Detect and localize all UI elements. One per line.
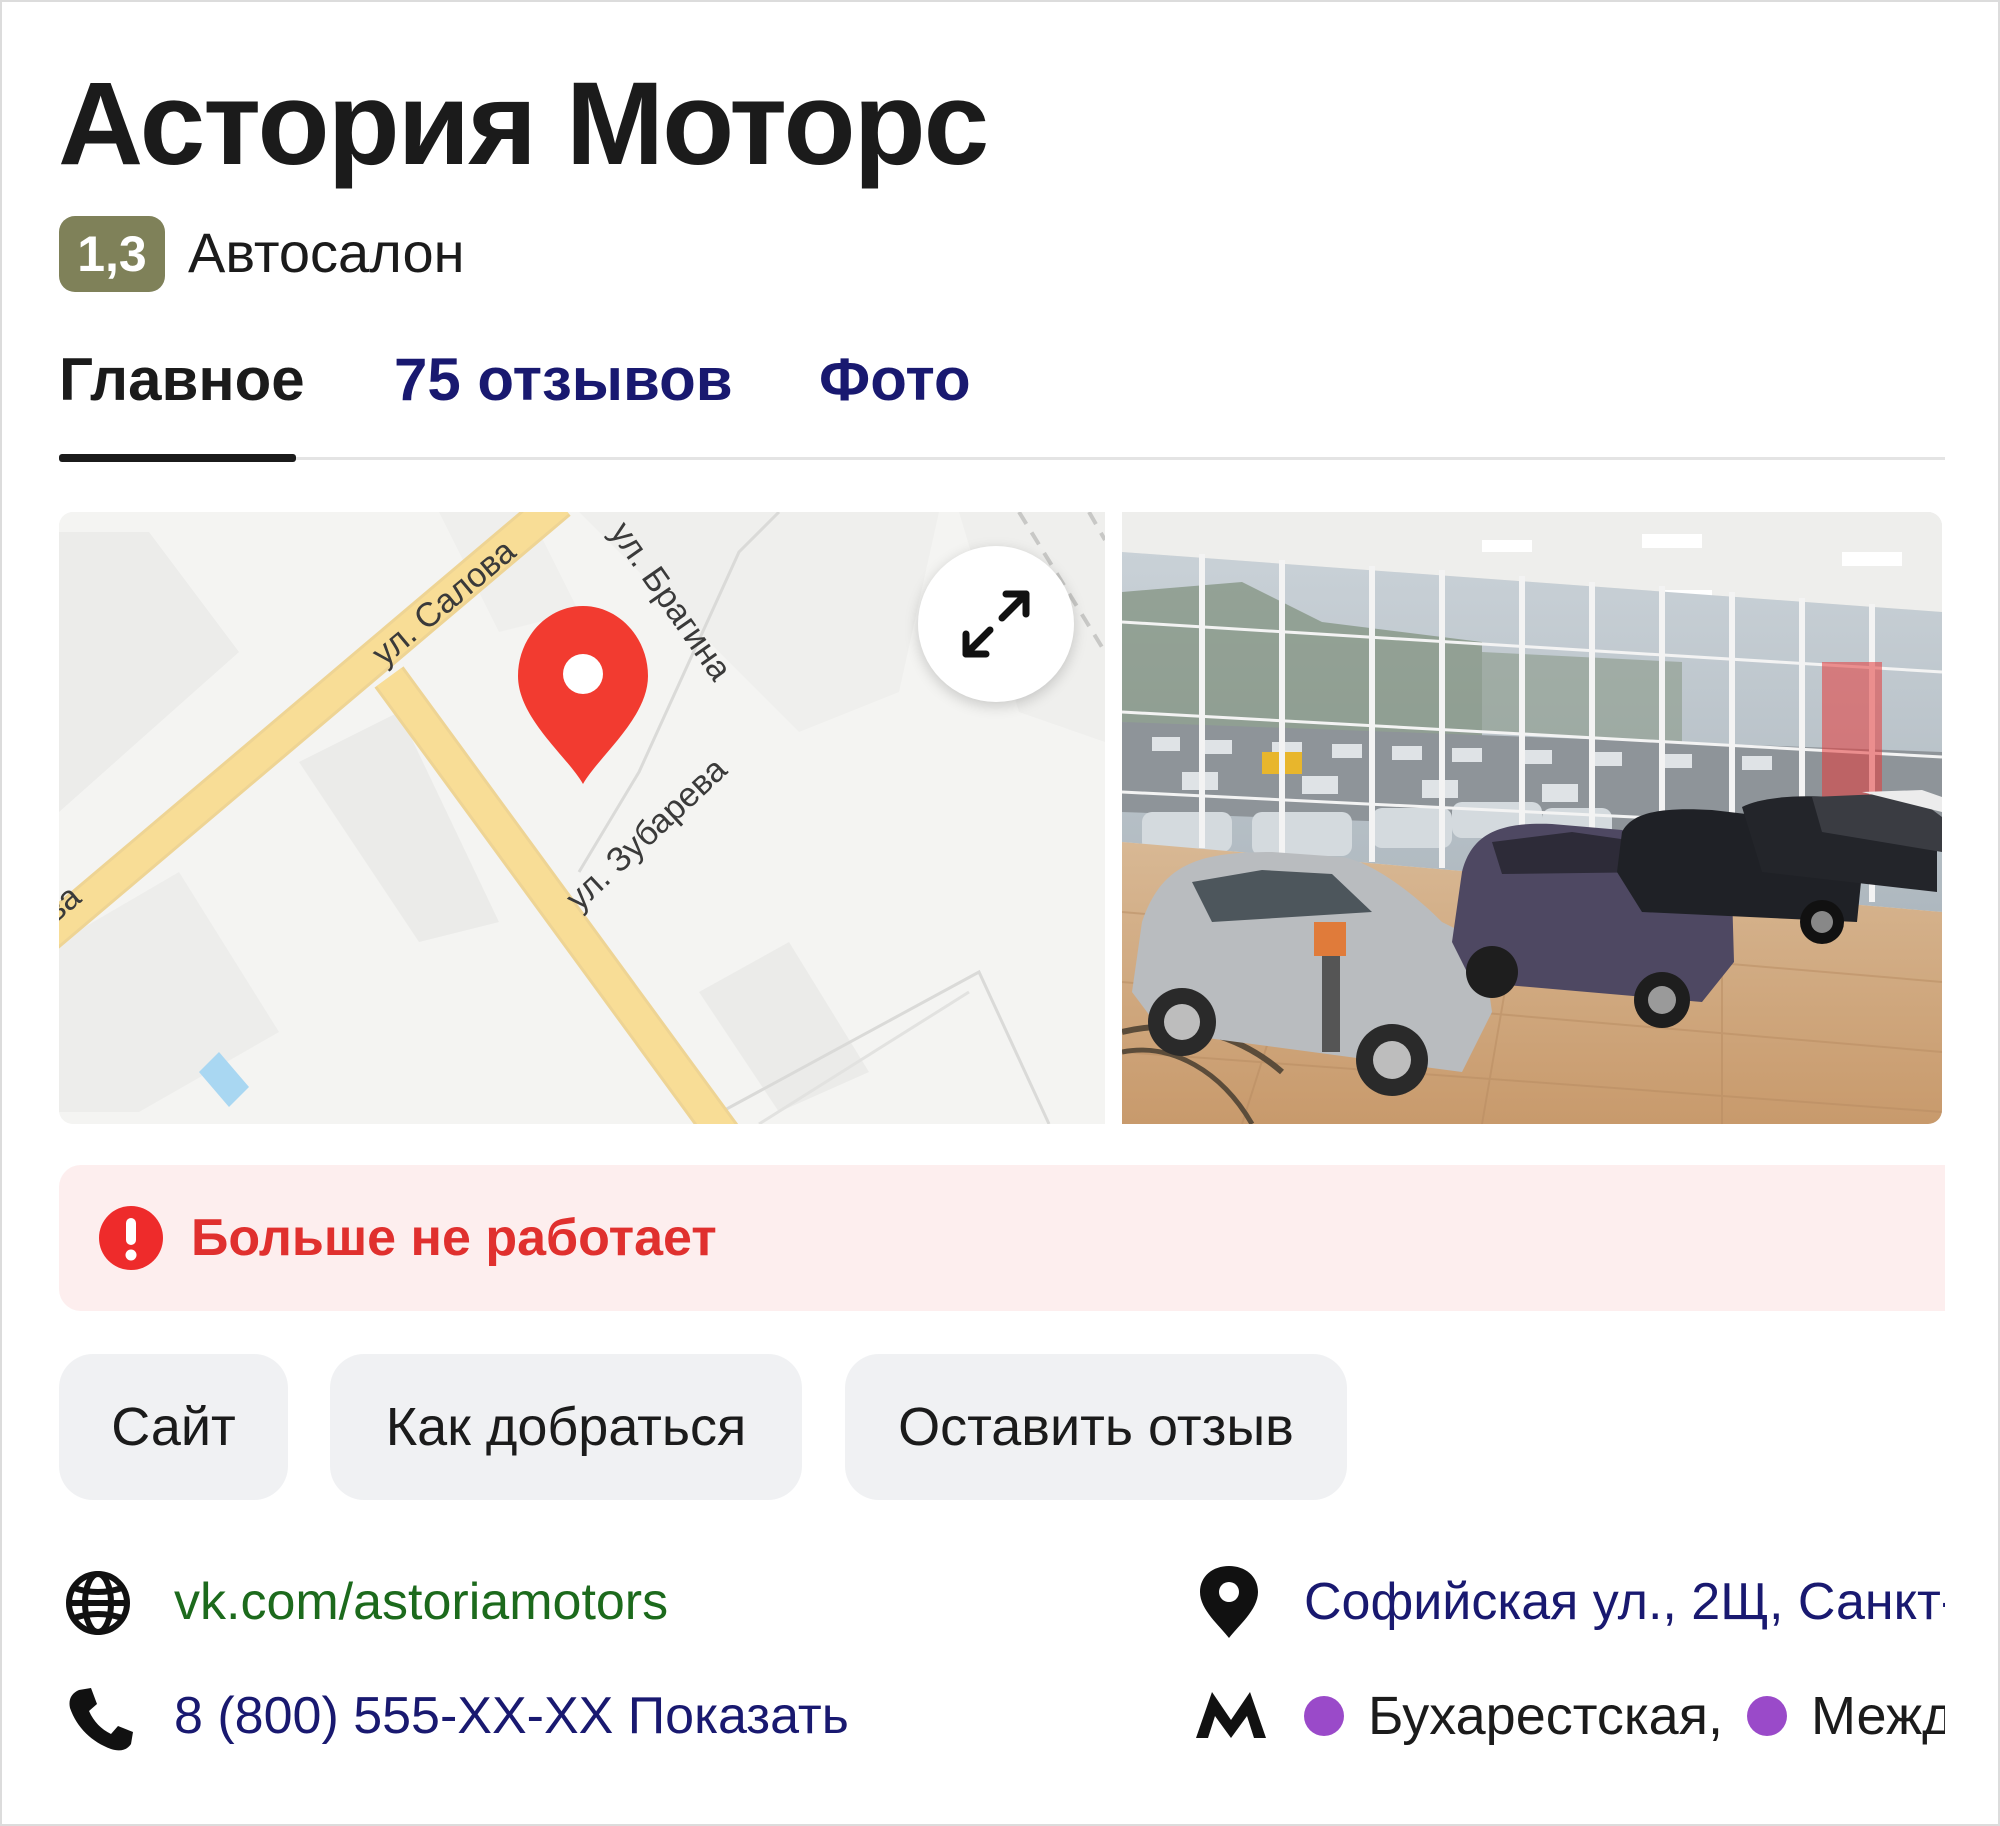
metro-stations: Бухарестская, Межд (1304, 1676, 1945, 1756)
globe-icon (66, 1571, 130, 1635)
address-row: Софийская ул., 2Щ, Санкт- (1192, 1562, 1945, 1642)
tab-photo[interactable]: Фото (819, 340, 971, 420)
website-link[interactable]: vk.com/astoriamotors (174, 1562, 668, 1642)
location-pin-icon (1200, 1566, 1258, 1638)
tab-bar: Главное 75 отзывов Фото (59, 340, 1945, 462)
place-category: Автосалон (188, 221, 465, 284)
exclamation-circle-icon (99, 1206, 163, 1270)
metro-line-dot (1746, 1696, 1787, 1736)
metro-icon (1196, 1692, 1266, 1738)
map-expand-button[interactable] (918, 546, 1074, 702)
tabs-divider (296, 457, 1945, 460)
leave-review-button[interactable]: Оставить отзыв (845, 1354, 1347, 1500)
tab-reviews[interactable]: 75 отзывов (394, 340, 733, 420)
place-card: Астория Моторс 1,3 Автосалон Главное 75 … (0, 0, 2000, 1826)
website-button[interactable]: Сайт (59, 1354, 288, 1500)
active-tab-indicator (59, 454, 296, 462)
address-link[interactable]: Софийская ул., 2Щ, Санкт- (1304, 1562, 1945, 1642)
phone-link[interactable]: 8 (800) 555-XX-XX Показать (174, 1676, 849, 1756)
directions-button[interactable]: Как добраться (330, 1354, 802, 1500)
showroom-photo[interactable] (1122, 512, 1942, 1124)
rating-badge[interactable]: 1,3 (59, 216, 165, 292)
showroom-image (1122, 512, 1942, 1124)
metro-line-dot (1304, 1696, 1344, 1736)
phone-icon (69, 1688, 133, 1751)
metro-row: Бухарестская, Межд (1192, 1676, 1945, 1756)
expand-arrows-icon (962, 590, 1030, 658)
closed-alert: Больше не работает (59, 1165, 1945, 1311)
closed-alert-text: Больше не работает (191, 1209, 717, 1267)
metro-station[interactable]: Межд (1811, 1676, 1945, 1756)
metro-station[interactable]: Бухарестская, (1368, 1676, 1723, 1756)
place-title: Астория Моторс (58, 58, 989, 190)
tab-main[interactable]: Главное (59, 340, 305, 420)
